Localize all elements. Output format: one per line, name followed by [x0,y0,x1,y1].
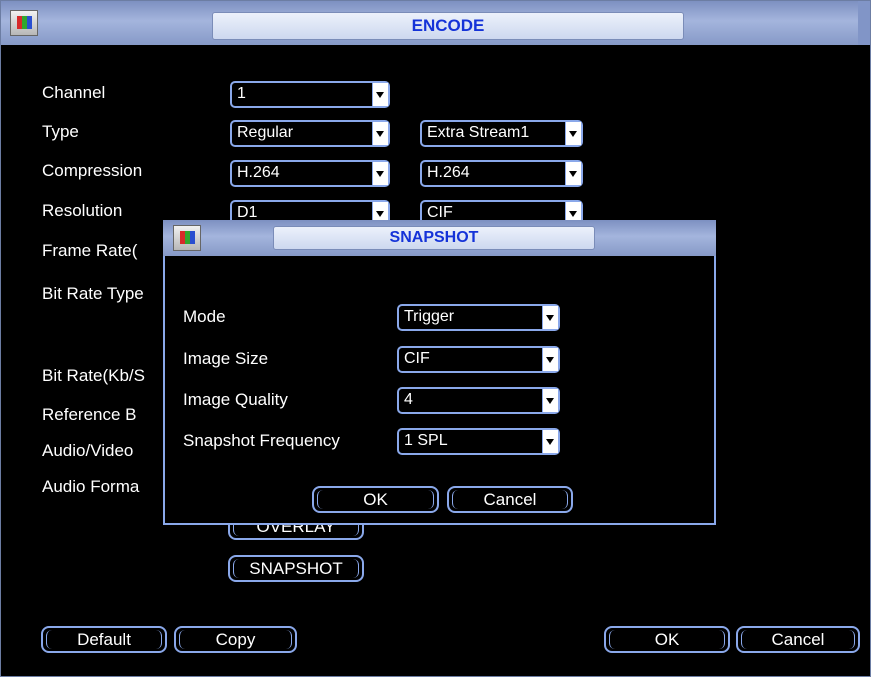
image-quality-label: Image Quality [183,390,288,409]
compression-extra-value: H.264 [427,164,470,181]
chevron-down-icon[interactable] [565,162,581,185]
channel-value: 1 [237,85,246,102]
title-bar: ENCODE [1,1,870,45]
image-quality-value: 4 [404,391,413,408]
image-size-value: CIF [404,350,430,367]
dialog-ok-button-label: OK [363,490,388,509]
snapshot-frequency-value: 1 SPL [404,432,448,449]
type-main-select[interactable]: Regular [230,120,390,147]
dialog-cancel-button-label: Cancel [483,490,537,509]
compression-main-select[interactable]: H.264 [230,160,390,187]
compression-extra-select[interactable]: H.264 [420,160,583,187]
chevron-down-icon[interactable] [542,306,558,329]
type-label: Type [42,122,79,141]
window-title: ENCODE [212,12,684,40]
mode-select[interactable]: Trigger [397,304,560,331]
encode-window: ENCODE Channel Type Compression Resoluti… [0,0,871,677]
audio-format-label: Audio Forma [42,477,140,496]
cancel-button-label: Cancel [771,630,825,649]
app-icon [10,10,40,38]
copy-button[interactable]: Copy [174,626,297,653]
compression-label: Compression [42,161,143,180]
dialog-ok-button[interactable]: OK [312,486,439,513]
type-extra-select[interactable]: Extra Stream1 [420,120,583,147]
ok-button[interactable]: OK [604,626,730,653]
chevron-down-icon[interactable] [542,430,558,453]
snapshot-button-label: SNAPSHOT [249,559,343,578]
chevron-down-icon[interactable] [542,389,558,412]
type-extra-value: Extra Stream1 [427,124,530,141]
snapshot-button[interactable]: SNAPSHOT [228,555,364,582]
dialog-title-bar: SNAPSHOT [163,220,716,256]
image-quality-select[interactable]: 4 [397,387,560,414]
dialog-title: SNAPSHOT [273,226,595,250]
image-size-select[interactable]: CIF [397,346,560,373]
default-button[interactable]: Default [41,626,167,653]
snapshot-dialog: SNAPSHOT Mode Image Size Image Quality S… [163,220,716,525]
reference-label: Reference B [42,405,137,424]
chevron-down-icon[interactable] [372,122,388,145]
default-button-label: Default [77,630,131,649]
ok-button-label: OK [654,630,680,649]
bit-rate-type-label: Bit Rate Type [42,284,144,303]
compression-main-value: H.264 [237,164,280,181]
dialog-body: Mode Image Size Image Quality Snapshot F… [163,256,716,525]
dialog-app-icon [173,225,203,253]
audio-video-label: Audio/Video [42,441,134,460]
copy-button-label: Copy [215,630,256,649]
channel-select[interactable]: 1 [230,81,390,108]
cancel-button[interactable]: Cancel [736,626,860,653]
mode-label: Mode [183,307,226,326]
channel-label: Channel [42,83,106,102]
frame-rate-label: Frame Rate( [42,241,138,260]
chevron-down-icon[interactable] [372,83,388,106]
mode-value: Trigger [404,308,455,325]
dialog-cancel-button[interactable]: Cancel [447,486,573,513]
close-icon[interactable] [858,1,870,45]
image-size-label: Image Size [183,349,269,368]
resolution-label: Resolution [42,201,123,220]
type-main-value: Regular [237,124,294,141]
chevron-down-icon[interactable] [565,122,581,145]
chevron-down-icon[interactable] [542,348,558,371]
chevron-down-icon[interactable] [372,162,388,185]
bit-rate-label: Bit Rate(Kb/S [42,366,145,385]
snapshot-frequency-select[interactable]: 1 SPL [397,428,560,455]
snapshot-frequency-label: Snapshot Frequency [183,431,340,450]
